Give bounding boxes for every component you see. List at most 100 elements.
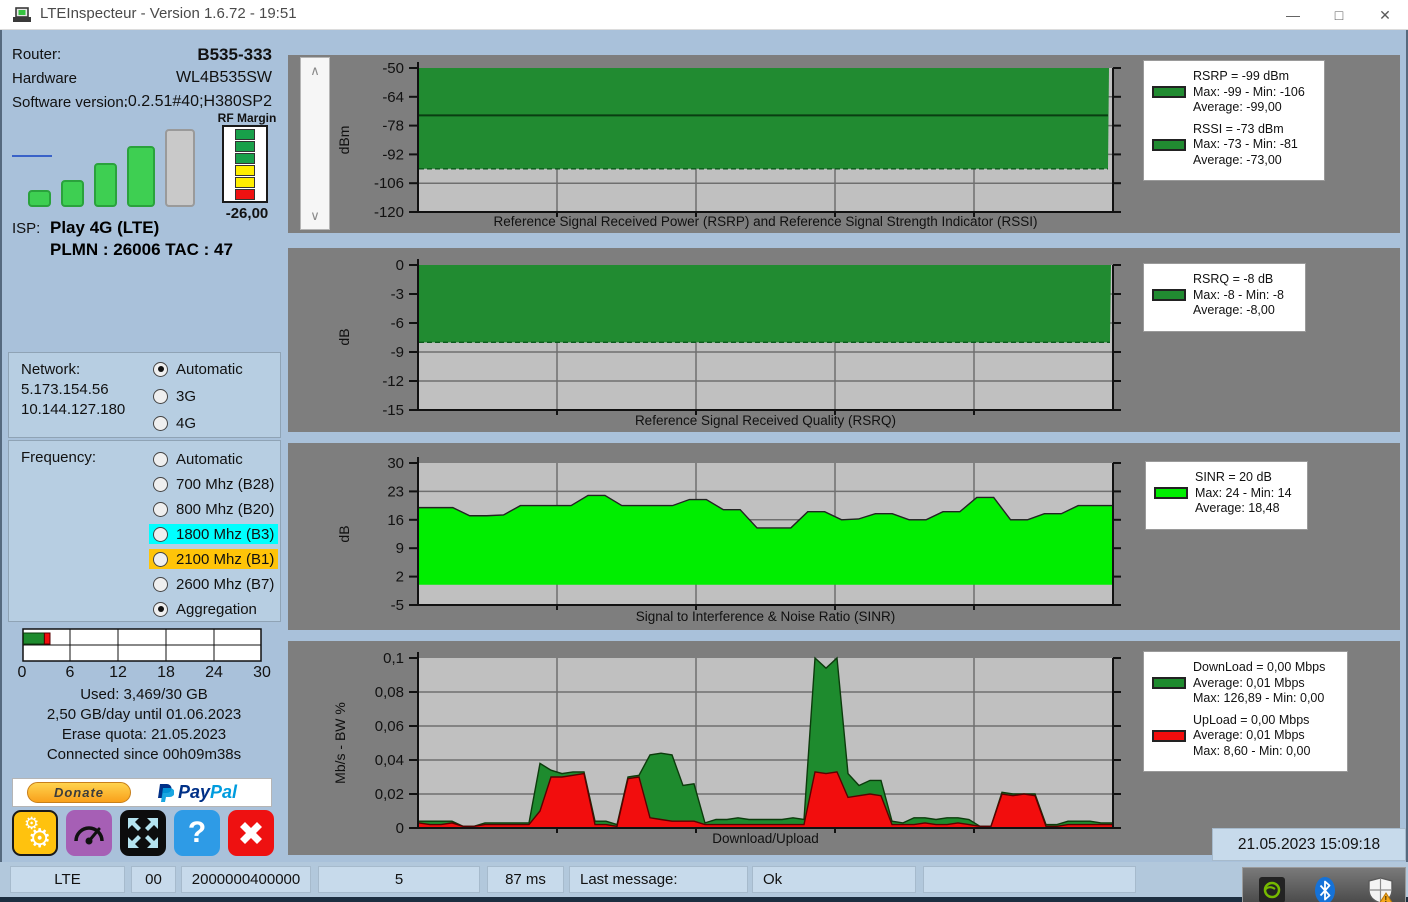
rf-margin-segment — [235, 189, 255, 200]
radio-icon[interactable] — [153, 451, 168, 467]
info-label: Router: — [12, 46, 62, 63]
quota-axis-ticks: 0 6 12 18 24 30 — [18, 664, 271, 684]
network-option-4g[interactable]: 4G — [149, 413, 200, 433]
sinr-chart-panel: 30 23 16 9 2 -5 dB Signal to Interference & N… — [288, 443, 1400, 630]
defender-tray-icon[interactable]: ! — [1367, 877, 1394, 902]
close-button[interactable]: ✕ — [1362, 0, 1408, 30]
speedtest-button[interactable] — [66, 810, 112, 856]
rf-margin-value: -26,00 — [225, 205, 269, 222]
network-option-3g[interactable]: 3G — [149, 386, 200, 406]
usage-connected-since: Connected since 00h09m38s — [46, 746, 242, 763]
legend-swatch-icon — [1154, 487, 1188, 500]
sidebar: Router: B535-333 Hardware WL4B535SW Software… — [0, 30, 288, 862]
svg-text:0: 0 — [396, 257, 404, 274]
signal-bar-idle — [165, 129, 195, 207]
network-option-automatic[interactable]: Automatic — [149, 359, 247, 379]
network-section: Network: 5.173.154.56 10.144.127.180 Aut… — [8, 352, 281, 438]
frequency-option-automatic[interactable]: Automatic — [149, 449, 247, 469]
svg-text:0: 0 — [396, 820, 404, 837]
window-title: LTEInspecteur - Version 1.6.72 - 19:51 — [40, 5, 297, 22]
frequency-option-2600-mhz-b7-[interactable]: 2600 Mhz (B7) — [149, 574, 278, 594]
status-last-message-label: Last message: — [569, 866, 748, 893]
y-axis-label: dB — [336, 328, 352, 346]
legend-text: DownLoad = 0,00 Mbps Average: 0,01 Mbps Ma… — [1193, 660, 1326, 705]
status-code: 00 — [131, 866, 176, 893]
isp-name: Play 4G (LTE) — [50, 218, 160, 237]
svg-text:0,08: 0,08 — [375, 684, 404, 701]
minimize-button[interactable]: — — [1270, 0, 1316, 30]
radio-label: 3G — [176, 387, 197, 405]
maximize-button[interactable]: □ — [1316, 0, 1362, 30]
system-tray-flyout: ! — [1242, 867, 1406, 902]
gears-icon: ⚙ ⚙ — [24, 814, 51, 853]
exit-button[interactable] — [228, 810, 274, 856]
chart-legend: RSRP = -99 dBm Max: -99 - Min: -106 Averag… — [1143, 60, 1325, 181]
frequency-option-1800-mhz-b3-[interactable]: 1800 Mhz (B3) — [149, 524, 279, 544]
isp-plmn-tac: PLMN : 26006 TAC : 47 — [50, 240, 233, 259]
radio-icon[interactable] — [153, 501, 168, 517]
donate-paypal-banner[interactable]: Donate PayPal — [12, 778, 272, 807]
radio-icon[interactable] — [153, 476, 168, 492]
radio-icon[interactable] — [153, 415, 168, 431]
radio-icon[interactable] — [153, 361, 168, 377]
radio-icon[interactable] — [153, 576, 168, 592]
svg-text:9: 9 — [396, 540, 404, 557]
radio-icon[interactable] — [153, 601, 168, 617]
frequency-option-aggregation[interactable]: Aggregation — [149, 599, 261, 619]
svg-text:0,02: 0,02 — [375, 786, 404, 803]
legend-entry: RSRQ = -8 dB Max: -8 - Min: -8 Average: -8… — [1152, 272, 1297, 319]
quota-tick-label: 6 — [65, 664, 75, 681]
usage-erase-quota: Erase quota: 21.05.2023 — [61, 726, 227, 743]
legend-swatch-icon — [1152, 677, 1186, 690]
legend-text: UpLoad = 0,00 Mbps Average: 0,01 Mbps Max:… — [1193, 712, 1311, 758]
frequency-option-800-mhz-b20-[interactable]: 800 Mhz (B20) — [149, 499, 278, 519]
bluetooth-tray-icon[interactable] — [1315, 877, 1335, 902]
legend-entry: UpLoad = 0,00 Mbps Average: 0,01 Mbps Max:… — [1152, 713, 1339, 760]
chart-legend: DownLoad = 0,00 Mbps Average: 0,01 Mbps Ma… — [1143, 651, 1348, 772]
info-value: .0.2.51#40;H380SP2 — [123, 93, 272, 110]
legend-text: RSSI = -73 dBm Max: -73 - Min: -81 Average… — [1193, 121, 1298, 167]
radio-label: Automatic — [176, 450, 243, 468]
status-ping: 87 ms — [487, 866, 564, 893]
settings-button[interactable]: ⚙ ⚙ — [12, 810, 58, 856]
legend-swatch-icon — [1152, 138, 1186, 151]
radio-icon[interactable] — [153, 551, 168, 567]
signal-bar-active — [61, 180, 84, 207]
info-row: Hardware WL4B535SW — [12, 69, 274, 90]
svg-text:-120: -120 — [374, 204, 404, 221]
expand-button[interactable] — [120, 810, 166, 856]
window-bottom-edge — [0, 897, 1408, 902]
signal-bar-active — [94, 163, 117, 207]
nvidia-tray-icon[interactable] — [1259, 877, 1285, 902]
donate-button[interactable]: Donate — [27, 782, 131, 803]
legend-text: RSRP = -99 dBm Max: -99 - Min: -106 Averag… — [1193, 69, 1305, 114]
usage-per-day: 2,50 GB/day until 01.06.2023 — [46, 706, 242, 723]
legend-entry: SINR = 20 dB Max: 24 - Min: 14 Average: 18… — [1154, 470, 1299, 517]
isp-label: ISP: — [12, 220, 41, 237]
radio-icon[interactable] — [153, 526, 168, 542]
svg-text:0,06: 0,06 — [375, 718, 404, 735]
frequency-option-2100-mhz-b1-[interactable]: 2100 Mhz (B1) — [149, 549, 279, 569]
legend-text: RSRQ = -8 dB Max: -8 - Min: -8 Average: -8… — [1193, 272, 1284, 317]
info-value: B535-333 — [197, 45, 272, 64]
legend-swatch-icon — [1152, 289, 1186, 302]
radio-label: 4G — [176, 414, 197, 432]
frequency-option-700-mhz-b28-[interactable]: 700 Mhz (B28) — [149, 474, 278, 494]
help-button[interactable]: ? — [174, 810, 220, 856]
chart-title: Reference Signal Received Power (RSRP) a… — [493, 214, 1038, 229]
radio-icon[interactable] — [153, 388, 168, 404]
svg-text:-15: -15 — [382, 402, 404, 419]
frequency-section: Frequency: Automatic 700 Mhz (B28) 800 Mhz… — [8, 440, 281, 622]
status-imsi: 2000000400000 — [181, 866, 311, 893]
legend-swatch-icon — [1152, 729, 1186, 742]
download-upload-chart-panel: 0,1 0,08 0,06 0,04 0,02 0 Mb/s - BW % Downloa… — [288, 641, 1400, 855]
datetime-display: 21.05.2023 15:09:18 — [1212, 828, 1406, 861]
paypal-pay-text: Pay — [178, 782, 211, 802]
svg-text:-92: -92 — [382, 146, 404, 163]
paypal-logo[interactable]: PayPal — [157, 782, 237, 803]
frequency-label: Frequency: — [21, 449, 97, 466]
legend-swatch-icon — [1152, 86, 1186, 99]
svg-text:-5: -5 — [391, 597, 404, 614]
radio-label: 2100 Mhz (B1) — [176, 550, 275, 568]
app-icon — [13, 7, 31, 22]
